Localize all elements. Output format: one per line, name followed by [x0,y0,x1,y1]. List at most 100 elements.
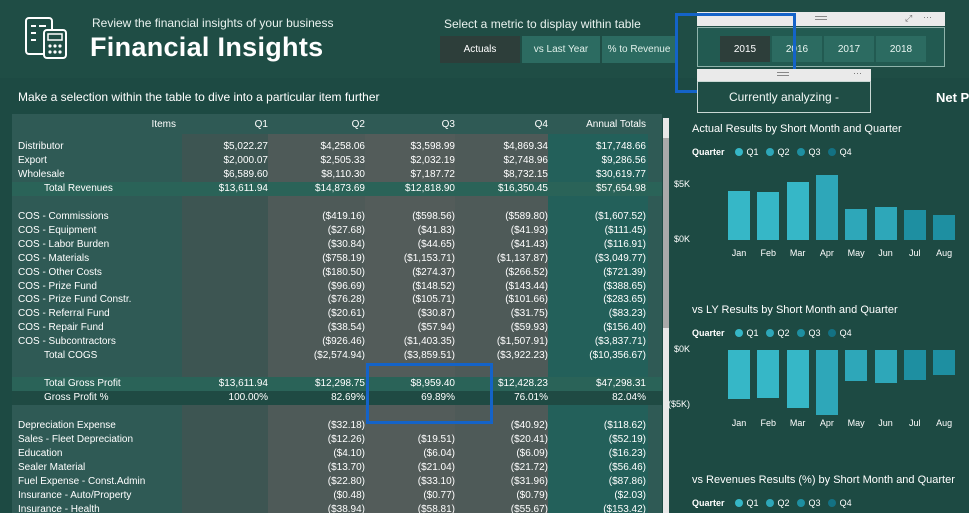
table-cell: $2,032.19 [410,154,456,166]
bar-apr[interactable] [815,174,838,240]
table-cell: ($0.48) [333,489,365,501]
bar-jul[interactable] [903,350,926,380]
table-scrollbar-thumb[interactable] [663,138,669,328]
chart1-legend: Quarter Q1 Q2 Q3 Q4 [692,147,852,157]
table-row[interactable]: Total Gross Profit $13,611.94 $12,298.75 $8… [12,377,662,392]
table-row[interactable]: Total Revenues $13,611.94 $14,873.69 $12,81… [12,181,662,196]
table-row[interactable]: COS - Labor Burden ($30.84) ($44.65) ($41.4… [12,238,662,252]
more-options-icon[interactable]: ··· [853,68,862,78]
bar-jun[interactable] [874,206,897,240]
table-cell: ($33.10) [417,475,455,487]
table-row[interactable]: COS - Subcontractors ($926.46) ($1,403.35)… [12,335,662,349]
row-label: Education [18,447,63,459]
legend-item-q3[interactable]: Q3 [809,147,821,157]
table-cell: ($38.54) [327,322,365,334]
year-2017-button[interactable]: 2017 [824,36,874,62]
table-row[interactable]: COS - Prize Fund ($96.69) ($148.52) ($143.4… [12,280,662,294]
table-cell: ($1,137.87) [496,252,548,264]
table-row[interactable]: COS - Equipment ($27.68) ($41.83) ($41.93) (… [12,224,662,238]
table-cell: ($41.83) [417,224,455,236]
col-header-annual[interactable]: Annual Totals [548,119,646,130]
col-header-items[interactable]: Items [104,119,176,130]
table-row[interactable]: Distributor $5,022.27 $4,258.06 $3,598.99 $4… [12,140,662,154]
legend-item-q4[interactable]: Q4 [840,498,852,508]
bar-may[interactable] [845,350,868,381]
bar-feb[interactable] [757,192,780,240]
bar-jan[interactable] [728,191,750,240]
bar-aug[interactable] [933,214,956,240]
legend-dot-q1 [734,329,743,337]
metric-actuals-button[interactable]: Actuals [440,36,520,63]
bar-apr[interactable] [815,350,838,416]
table-cell: ($31.96) [510,475,548,487]
table-cell: ($2.03) [614,489,646,501]
bar-jan[interactable] [728,350,750,399]
legend-dot-q1 [734,499,743,507]
table-cell: $9,286.56 [601,154,647,166]
legend-item-q2[interactable]: Q2 [778,147,790,157]
bar-aug[interactable] [933,350,956,376]
col-header-q2[interactable]: Q2 [268,119,365,130]
table-cell: ($6.04) [423,447,455,459]
metric-percent-revenue-button[interactable]: % to Revenue [602,36,676,63]
table-cell: ($21.72) [510,461,548,473]
table-row[interactable]: COS - Repair Fund ($38.54) ($57.94) ($59.93… [12,321,662,335]
drag-grip-icon[interactable] [815,16,827,20]
table-row[interactable]: COS - Referral Fund ($20.61) ($30.87) ($31.… [12,307,662,321]
table-row[interactable]: COS - Commissions ($419.16) ($598.56) ($589… [12,210,662,224]
table-row[interactable]: COS - Other Costs ($180.50) ($274.37) ($266… [12,266,662,280]
table-cell: ($589.80) [505,210,548,222]
table-row[interactable]: Gross Profit % 100.00% 82.69% 69.89% 76.01% 8… [12,391,662,406]
legend-item-q2[interactable]: Q2 [778,328,790,338]
more-options-icon[interactable]: ··· [923,12,932,22]
table-row[interactable]: Wholesale $6,589.60 $8,110.30 $7,187.72 $8,7… [12,168,662,182]
bar-feb[interactable] [757,350,780,398]
table-cell: ($758.19) [322,252,365,264]
table-row[interactable]: Insurance - Health ($38.94) ($58.81) ($55.6… [12,503,662,513]
table-row[interactable]: Sales - Fleet Depreciation ($12.26) ($19.5… [12,433,662,447]
year-2018-button[interactable]: 2018 [876,36,926,62]
legend-title: Quarter [692,147,725,157]
table-row[interactable] [12,196,662,210]
table-cell: ($156.40) [603,322,646,334]
metric-vs-last-year-button[interactable]: vs Last Year [522,36,600,63]
chart2-title: vs LY Results by Short Month and Quarter [692,304,898,316]
col-header-q4[interactable]: Q4 [455,119,548,130]
legend-item-q3[interactable]: Q3 [809,328,821,338]
legend-item-q4[interactable]: Q4 [840,328,852,338]
col-header-q3[interactable]: Q3 [365,119,455,130]
table-row[interactable]: COS - Materials ($758.19) ($1,153.71) ($1,1… [12,252,662,266]
table-row[interactable] [12,363,662,377]
legend-item-q1[interactable]: Q1 [747,328,759,338]
table-cell: ($13.70) [327,461,365,473]
table-row[interactable]: Fuel Expense - Const.Admin ($22.80) ($33.1… [12,475,662,489]
row-label: COS - Prize Fund Constr. [18,294,132,306]
legend-item-q1[interactable]: Q1 [747,147,759,157]
legend-item-q2[interactable]: Q2 [778,498,790,508]
drag-grip-icon[interactable] [777,72,789,76]
table-cell: ($0.77) [423,489,455,501]
table-row[interactable]: Sealer Material ($13.70) ($21.04) ($21.72) (… [12,461,662,475]
legend-item-q4[interactable]: Q4 [840,147,852,157]
legend-item-q3[interactable]: Q3 [809,498,821,508]
bar-may[interactable] [845,208,868,240]
bar-jun[interactable] [874,350,897,384]
legend-item-q1[interactable]: Q1 [747,498,759,508]
analyzing-card-header[interactable]: ··· [697,68,871,81]
table-row[interactable]: Insurance - Auto/Property ($0.48) ($0.77) (… [12,489,662,503]
bar-mar[interactable] [786,182,809,240]
bar-jul[interactable] [903,210,926,240]
col-header-q1[interactable]: Q1 [184,119,268,130]
table-row[interactable]: Education ($4.10) ($6.04) ($6.09) ($16.23) [12,447,662,461]
bar-mar[interactable] [786,350,809,408]
row-label: COS - Materials [18,252,90,264]
table-row[interactable]: Export $2,000.07 $2,505.33 $2,032.19 $2,748.… [12,154,662,168]
calculator-document-icon [25,17,67,59]
table-cell: ($419.16) [322,210,365,222]
table-row[interactable]: Depreciation Expense ($32.18) ($40.92) ($11… [12,419,662,433]
table-cell: ($388.65) [603,280,646,292]
table-row[interactable]: Total COGS ($2,574.94) ($3,859.51) ($3,922.… [12,349,662,363]
table-row[interactable]: COS - Prize Fund Constr. ($76.28) ($105.71… [12,293,662,307]
table-row[interactable] [12,405,662,419]
focus-mode-icon[interactable]: ⤢ [905,13,912,24]
